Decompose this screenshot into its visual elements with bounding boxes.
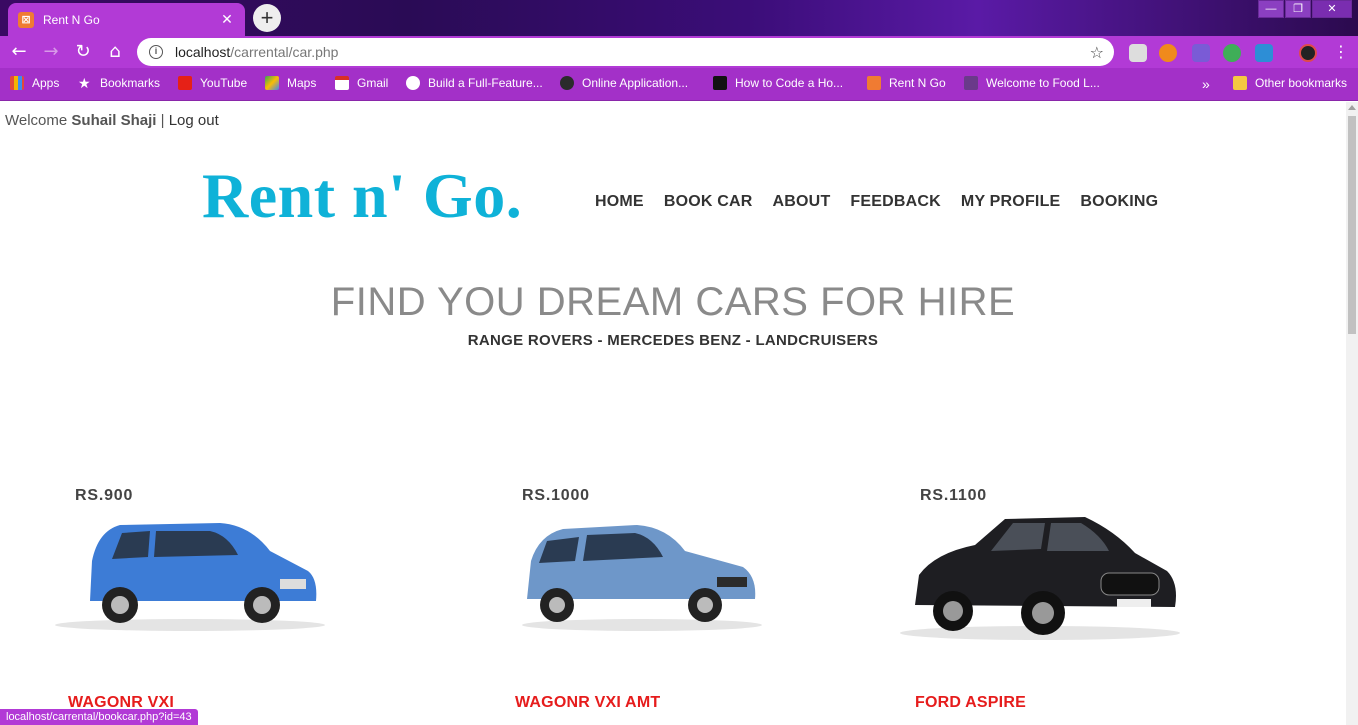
site-info-icon[interactable]: i [149, 45, 163, 59]
welcome-label: Welcome [5, 112, 68, 129]
page-scrollbar[interactable] [1346, 102, 1358, 725]
welcome-bar: Welcome Suhail Shaji | Log out [5, 112, 219, 129]
gmail-icon [335, 76, 349, 90]
xampp-favicon-icon: ⊠ [18, 11, 34, 28]
nav-my-profile[interactable]: MY PROFILE [961, 193, 1061, 211]
bookmark-maps[interactable]: Maps [265, 76, 316, 90]
globe-icon [406, 76, 420, 90]
maps-icon [265, 76, 279, 90]
youtube-icon [178, 76, 192, 90]
close-tab-icon[interactable]: ✕ [219, 11, 235, 28]
bookmark-apps[interactable]: Apps [10, 76, 59, 90]
reader-extension-icon[interactable] [1223, 44, 1241, 62]
main-nav: HOME BOOK CAR ABOUT FEEDBACK MY PROFILE … [595, 193, 1178, 211]
bookmark-star-icon[interactable]: ☆ [1090, 43, 1104, 62]
food-site-icon [964, 76, 978, 90]
bookmark-how-to-code[interactable]: How to Code a Ho... [713, 76, 843, 90]
reload-icon[interactable]: ↻ [72, 41, 94, 63]
screen-extension-icon[interactable] [1192, 44, 1210, 62]
bookmarks-bar: Apps ★ Bookmarks YouTube Maps Gmail Build… [0, 68, 1358, 101]
car-card[interactable]: RS.1000 WAGONR VXI AMT [497, 487, 817, 725]
status-bar-url: localhost/carrental/bookcar.php?id=43 [0, 709, 198, 725]
tab-title: Rent N Go [43, 12, 100, 27]
profile-avatar-icon[interactable] [1299, 44, 1317, 62]
bookmark-build[interactable]: Build a Full-Feature... [406, 76, 543, 90]
key-extension-icon[interactable] [1159, 44, 1177, 62]
page-content: Welcome Suhail Shaji | Log out Rent n' G… [0, 102, 1346, 725]
car-image[interactable] [50, 501, 330, 631]
separator: | [160, 112, 165, 129]
gmail-checker-extension-icon[interactable] [1129, 44, 1147, 62]
hero-title: FIND YOU DREAM CARS FOR HIRE [330, 280, 1016, 324]
car-price: RS.1000 [518, 487, 594, 505]
close-window-button[interactable]: ✕ [1312, 0, 1352, 18]
car-image[interactable] [517, 501, 767, 631]
browser-tab[interactable]: ⊠ Rent N Go ✕ [8, 3, 245, 36]
nav-book-car[interactable]: BOOK CAR [664, 193, 753, 211]
minimize-button[interactable]: — [1258, 0, 1284, 18]
nav-feedback[interactable]: FEEDBACK [850, 193, 941, 211]
xampp-icon [867, 76, 881, 90]
car-name[interactable]: FORD ASPIRE [915, 694, 1026, 712]
browser-titlebar: ⊠ Rent N Go ✕ + — ❐ ✕ [0, 0, 1358, 36]
bookmarks-overflow-button[interactable]: » [1202, 76, 1210, 92]
forward-icon[interactable]: → [40, 41, 62, 63]
url-text: localhost/carrental/car.php [175, 44, 339, 60]
car-card[interactable]: RS.1100 FORD ASPIRE [895, 487, 1215, 725]
apps-grid-icon [10, 76, 24, 90]
star-icon: ★ [78, 75, 91, 91]
car-price: RS.900 [71, 487, 138, 505]
bookmark-gmail[interactable]: Gmail [335, 76, 388, 90]
bookmark-other[interactable]: Other bookmarks [1233, 76, 1347, 90]
scroll-up-icon[interactable] [1348, 105, 1356, 110]
bookmark-food[interactable]: Welcome to Food L... [964, 76, 1100, 90]
nav-booking[interactable]: BOOKING [1080, 193, 1158, 211]
user-name: Suhail Shaji [71, 112, 157, 129]
bookmark-bookmarks[interactable]: ★ Bookmarks [78, 76, 160, 90]
window-controls: — ❐ ✕ [1257, 0, 1352, 18]
home-icon[interactable]: ⌂ [104, 41, 126, 63]
restore-button[interactable]: ❐ [1285, 0, 1311, 18]
nav-home[interactable]: HOME [595, 193, 644, 211]
hero-subtitle: RANGE ROVERS - MERCEDES BENZ - LANDCRUIS… [467, 332, 879, 349]
browser-toolbar: ← → ↻ ⌂ i localhost/carrental/car.php ☆ … [0, 36, 1358, 68]
car-name[interactable]: WAGONR VXI AMT [515, 694, 660, 712]
address-bar[interactable]: i localhost/carrental/car.php ☆ [137, 38, 1114, 66]
search-extension-icon[interactable] [1255, 44, 1273, 62]
car-price: RS.1100 [916, 487, 991, 505]
nav-about[interactable]: ABOUT [773, 193, 831, 211]
folder-icon [1233, 76, 1247, 90]
bookmark-rent-n-go[interactable]: Rent N Go [867, 76, 946, 90]
car-image[interactable] [895, 501, 1185, 641]
car-card[interactable]: RS.900 WAGONR VXI [50, 487, 370, 725]
site-logo[interactable]: Rent n' Go. [202, 159, 522, 233]
site-icon [560, 76, 574, 90]
bookmark-online-application[interactable]: Online Application... [560, 76, 688, 90]
codepen-icon [713, 76, 727, 90]
logout-link[interactable]: Log out [169, 112, 219, 129]
menu-kebab-icon[interactable]: ⋮ [1330, 41, 1352, 63]
scroll-thumb[interactable] [1348, 116, 1356, 334]
back-icon[interactable]: ← [8, 41, 30, 63]
bookmark-youtube[interactable]: YouTube [178, 76, 247, 90]
new-tab-button[interactable]: + [253, 4, 281, 32]
